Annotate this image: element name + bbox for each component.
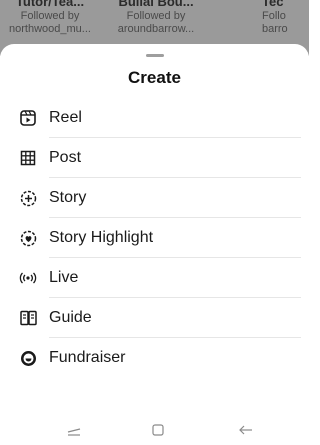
- sheet-title: Create: [128, 68, 181, 87]
- menu-item-label: Story Highlight: [49, 229, 154, 246]
- suggestion-followed-by: barro: [262, 23, 288, 35]
- guide-book-icon: [19, 309, 37, 327]
- suggestion-card: Tec Follo barro: [262, 0, 309, 36]
- create-menu: Reel Post Story Story Highlight Live Gui…: [0, 98, 309, 378]
- back-icon[interactable]: [236, 421, 256, 439]
- suggestion-name: Tutor/Tea...: [15, 0, 85, 9]
- menu-item-label: Post: [49, 149, 82, 166]
- menu-item-post[interactable]: Post: [0, 138, 309, 178]
- menu-item-fundraiser[interactable]: Fundraiser: [0, 338, 309, 378]
- highlight-heart-icon: [19, 229, 37, 247]
- menu-item-label: Story: [49, 189, 87, 206]
- grid-post-icon: [19, 149, 37, 167]
- create-bottom-sheet: Create Reel Post Story Story Highlight L…: [0, 44, 309, 445]
- suggestion-subtitle: Followed by: [126, 10, 186, 22]
- menu-item-guide[interactable]: Guide: [0, 298, 309, 338]
- home-icon[interactable]: [148, 421, 168, 439]
- story-add-icon: [19, 189, 37, 207]
- menu-item-reel[interactable]: Reel: [0, 98, 309, 138]
- menu-item-live[interactable]: Live: [0, 258, 309, 298]
- sheet-drag-handle[interactable]: [146, 54, 164, 57]
- suggestion-followed-by: northwood_mu...: [9, 23, 91, 35]
- menu-item-label: Fundraiser: [49, 349, 126, 366]
- suggestion-card: Tutor/Tea... Followed by northwood_mu...: [0, 0, 100, 36]
- menu-item-label: Live: [49, 269, 79, 286]
- menu-item-label: Guide: [49, 309, 92, 326]
- screen: Tutor/Tea... Followed by northwood_mu...…: [0, 0, 309, 445]
- suggestion-card: Bullai Bou... Followed by aroundbarrow..…: [106, 0, 206, 36]
- suggestion-name: Tec: [262, 0, 284, 9]
- menu-item-story-highlight[interactable]: Story Highlight: [0, 218, 309, 258]
- reel-icon: [19, 109, 37, 127]
- menu-item-story[interactable]: Story: [0, 178, 309, 218]
- suggestion-followed-by: aroundbarrow...: [117, 23, 195, 35]
- live-broadcast-icon: [19, 269, 37, 287]
- recents-icon[interactable]: [64, 421, 84, 439]
- fundraiser-smile-icon: [19, 349, 37, 367]
- suggestion-subtitle: Follo: [262, 10, 286, 22]
- suggestion-subtitle: Followed by: [20, 10, 80, 22]
- system-navigation-bar: [0, 415, 309, 445]
- suggestion-name: Bullai Bou...: [118, 0, 194, 9]
- menu-item-label: Reel: [49, 109, 82, 126]
